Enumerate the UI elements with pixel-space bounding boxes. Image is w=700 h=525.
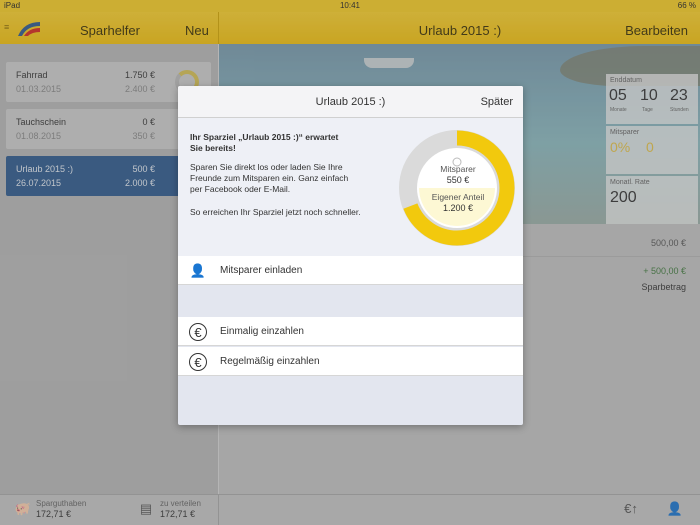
- invite-button[interactable]: 👤 Mitsparer einladen: [178, 256, 523, 285]
- invite-modal: Urlaub 2015 :) Später Ihr Sparziel „Urla…: [178, 86, 523, 425]
- modal-title: Urlaub 2015 :): [315, 96, 386, 108]
- donut-mitsparer-label: Mitsparer: [440, 164, 476, 174]
- later-button[interactable]: Später: [481, 96, 513, 108]
- modal-header: Urlaub 2015 :) Später: [178, 86, 523, 118]
- body-line-1: Sparen Sie direkt los oder laden Sie Ihr…: [190, 162, 343, 172]
- donut-own-label: Eigener Anteil: [431, 192, 485, 202]
- deposit-regular-label: Regelmäßig einzahlen: [220, 356, 320, 367]
- savings-donut: [399, 130, 515, 246]
- deposit-regular-button[interactable]: € Regelmäßig einzahlen: [178, 347, 523, 376]
- body-line-3: per Facebook oder E-Mail.: [190, 184, 291, 194]
- deposit-once-button[interactable]: € Einmalig einzahlen: [178, 317, 523, 346]
- add-person-icon: 👤: [189, 263, 207, 278]
- deposit-once-label: Einmalig einzahlen: [220, 326, 304, 337]
- headline-line-2: Sie bereits!: [190, 143, 236, 153]
- donut-own-value: 1.200 €: [442, 203, 474, 213]
- headline-line-1: Ihr Sparziel „Urlaub 2015 :)“ erwartet: [190, 132, 339, 142]
- body-line-4: So erreichen Ihr Sparziel jetzt noch sch…: [190, 207, 361, 217]
- donut-mitsparer-value: 550 €: [446, 175, 470, 185]
- invite-label: Mitsparer einladen: [220, 265, 303, 276]
- euro-cycle-icon: €: [189, 353, 207, 371]
- euro-up-icon: €: [189, 323, 207, 341]
- body-line-2: Freunde zum Mitsparen ein. Ganz einfach: [190, 173, 349, 183]
